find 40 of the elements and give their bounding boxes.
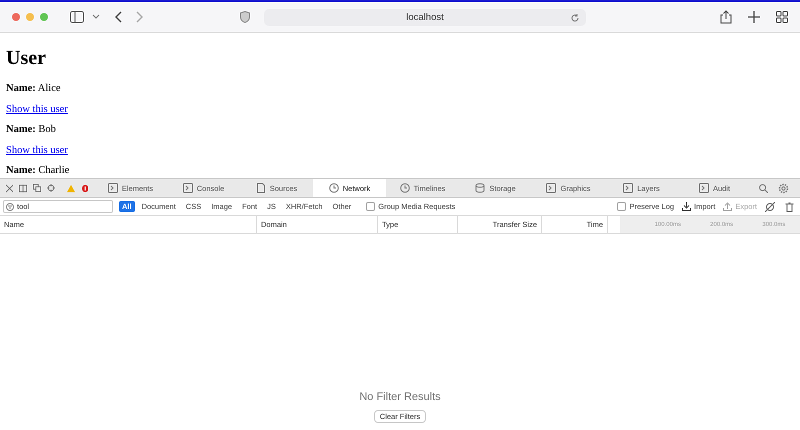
- error-icon[interactable]: [82, 184, 88, 192]
- panel-icon: [546, 183, 556, 193]
- dock-icon[interactable]: [19, 184, 28, 192]
- clock-icon: [328, 183, 339, 193]
- filter-icon: [6, 202, 14, 210]
- empty-message: No Filter Results: [359, 391, 441, 403]
- reload-icon[interactable]: [570, 12, 580, 22]
- panel-icon: [108, 183, 118, 193]
- shield-icon[interactable]: [240, 11, 250, 23]
- panel-icon: [182, 183, 193, 193]
- trash-icon[interactable]: [785, 202, 794, 212]
- close-button[interactable]: [12, 13, 20, 21]
- database-icon: [475, 183, 486, 193]
- upload-icon: [723, 202, 732, 211]
- chevron-down-icon[interactable]: [92, 14, 100, 20]
- close-icon[interactable]: [6, 184, 14, 192]
- back-icon[interactable]: [114, 11, 122, 23]
- panel-icon: [623, 183, 634, 193]
- crosshair-icon[interactable]: [47, 183, 56, 193]
- settings-icon[interactable]: [778, 182, 789, 194]
- panel-icon: [698, 183, 709, 193]
- clear-icon[interactable]: [765, 202, 775, 212]
- document-icon: [256, 183, 266, 193]
- plus-icon[interactable]: [748, 11, 760, 23]
- sidebar-icon[interactable]: [70, 11, 84, 23]
- share-icon[interactable]: [720, 10, 732, 24]
- search-icon[interactable]: [759, 184, 768, 192]
- download-icon: [682, 202, 692, 211]
- tab-overview-icon[interactable]: [776, 11, 788, 23]
- user-name-text: Name: Charlie: [6, 164, 70, 178]
- show-user-link[interactable]: Show this user: [6, 104, 68, 115]
- user-name-text: Name: Alice: [6, 82, 62, 96]
- address-field[interactable]: localhost: [264, 8, 586, 26]
- checkbox[interactable]: [366, 202, 376, 211]
- clock-icon: [400, 183, 410, 193]
- user-name-text: Name: Bob: [6, 123, 57, 138]
- windows-icon[interactable]: [33, 183, 42, 193]
- page-title: User: [6, 46, 47, 70]
- checkbox[interactable]: [617, 202, 626, 211]
- show-user-link[interactable]: Show this user: [6, 144, 68, 156]
